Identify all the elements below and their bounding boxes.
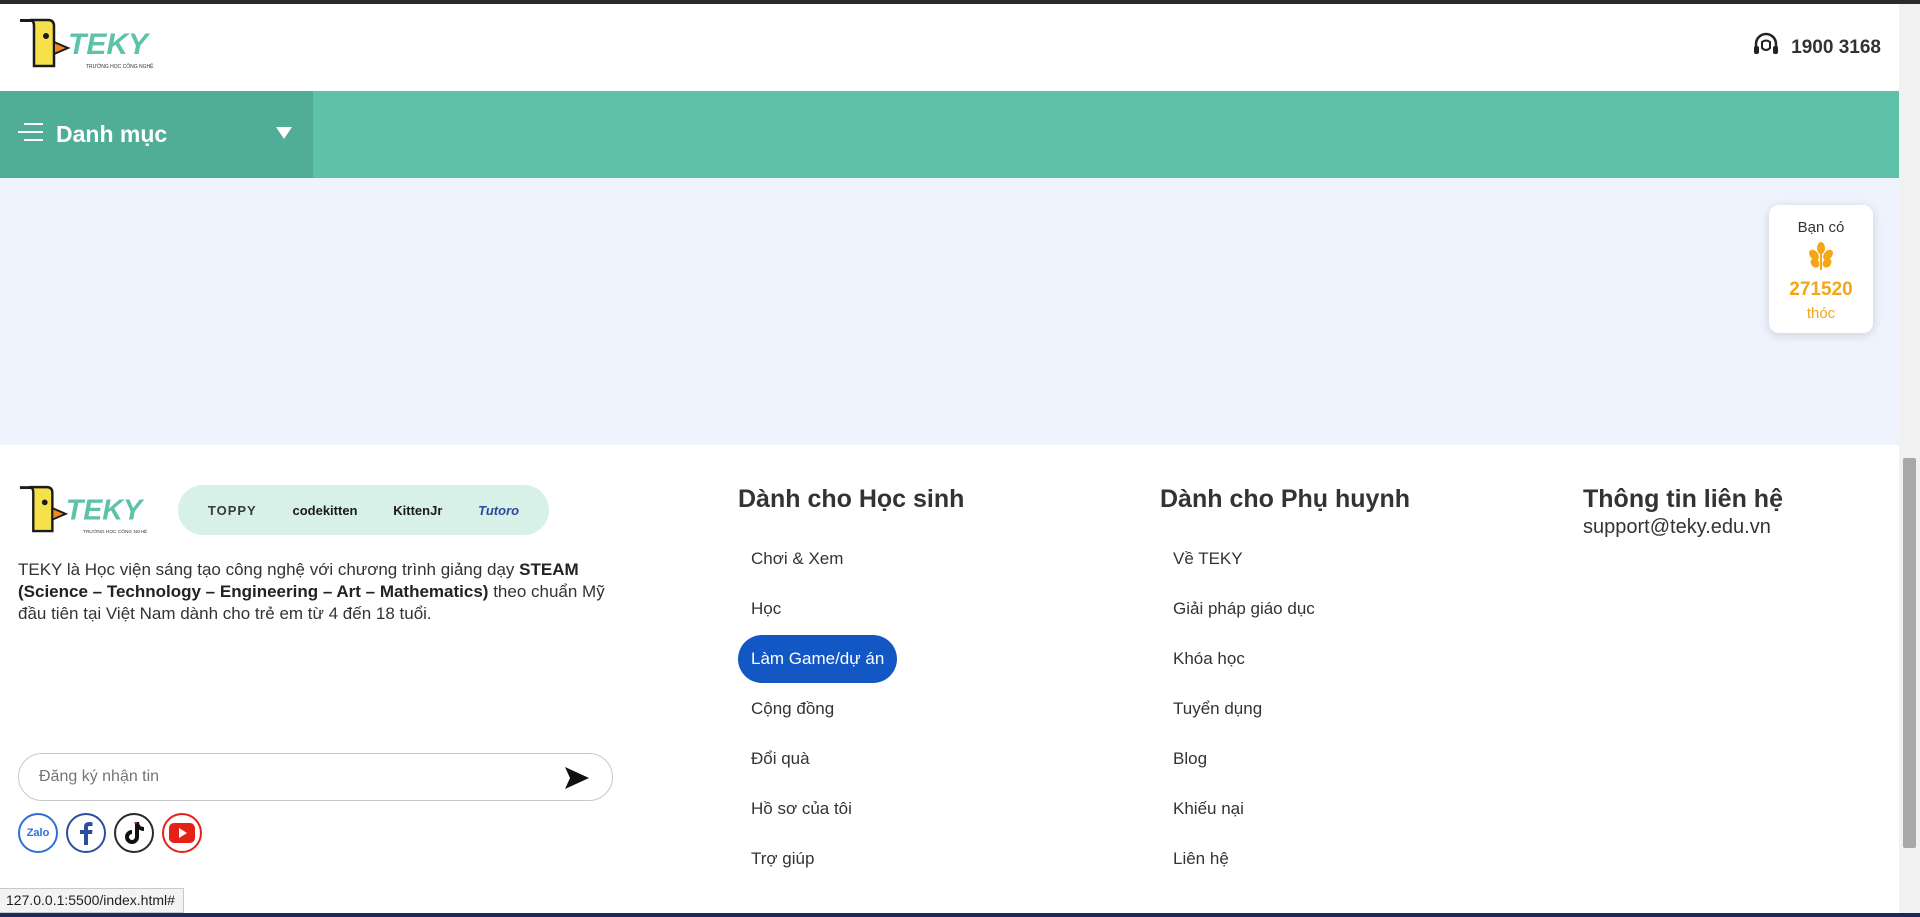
points-label: Bạn có: [1797, 219, 1845, 236]
contact-column-title: Thông tin liên hệ: [1583, 485, 1783, 513]
partner-kittenjr[interactable]: KittenJr: [393, 503, 442, 518]
headset-icon: [1751, 30, 1781, 65]
about-text: TEKY là Học viện sáng tạo công nghệ với …: [18, 560, 605, 623]
students-column: Dành cho Học sinh Chơi & Xem Học Làm Gam…: [738, 485, 964, 884]
tiktok-icon[interactable]: [114, 813, 154, 853]
subscribe-input[interactable]: [39, 768, 539, 786]
link-giai-phap[interactable]: Giải pháp giáo dục: [1160, 585, 1328, 633]
send-icon[interactable]: [564, 766, 590, 795]
link-blog[interactable]: Blog: [1160, 735, 1220, 783]
youtube-icon[interactable]: [162, 813, 202, 853]
points-unit: thóc: [1806, 305, 1836, 322]
site-header: TEKY TRƯỜNG HỌC CÔNG NGHỆ 1900 3168: [0, 4, 1899, 91]
partner-logos: TOPPY codekitten KittenJr Tutoro: [178, 485, 549, 535]
link-choi-xem[interactable]: Chơi & Xem: [738, 535, 856, 583]
link-hoc[interactable]: Học: [738, 585, 794, 633]
main-content: [0, 178, 1899, 445]
link-ho-so[interactable]: Hồ sơ của tôi: [738, 785, 865, 833]
link-ve-teky[interactable]: Về TEKY: [1160, 535, 1256, 583]
link-khoa-hoc[interactable]: Khóa học: [1160, 635, 1258, 683]
browser-bottom-strip: [0, 913, 1920, 917]
scrollbar-thumb[interactable]: [1903, 458, 1916, 848]
points-value: 271520: [1789, 279, 1853, 300]
students-links: Chơi & Xem Học Làm Game/dự án Cộng đồng …: [738, 534, 964, 884]
svg-text:TRƯỜNG HỌC CÔNG NGHỆ: TRƯỜNG HỌC CÔNG NGHỆ: [83, 527, 147, 535]
parents-links: Về TEKY Giải pháp giáo dục Khóa học Tuyể…: [1160, 534, 1410, 884]
students-column-title: Dành cho Học sinh: [738, 485, 965, 513]
link-lien-he[interactable]: Liên hệ: [1160, 835, 1242, 883]
link-doi-qua[interactable]: Đổi quà: [738, 735, 823, 783]
rice-grain-icon: [1769, 242, 1873, 275]
status-url: 127.0.0.1:5500/index.html#: [0, 888, 184, 913]
social-links: Zalo: [18, 813, 202, 853]
site-footer: TEKY TRƯỜNG HỌC CÔNG NGHỆ TOPPY codekitt…: [0, 445, 1899, 917]
phone-number: 1900 3168: [1791, 36, 1881, 58]
category-navbar: Danh mục: [0, 91, 1899, 178]
points-card[interactable]: Bạn có 271520 thóc: [1769, 205, 1873, 333]
parents-column: Dành cho Phụ huynh Về TEKY Giải pháp giá…: [1160, 485, 1410, 884]
caret-down-icon: [275, 126, 293, 145]
category-menu-label: Danh mục: [56, 121, 168, 147]
svg-text:TEKY: TEKY: [66, 495, 145, 527]
partner-tutoro[interactable]: Tutoro: [478, 503, 519, 518]
menu-lines-icon: [18, 121, 44, 148]
svg-text:TRƯỜNG HỌC CÔNG NGHỆ: TRƯỜNG HỌC CÔNG NGHỆ: [86, 62, 154, 70]
teky-logo[interactable]: TEKY TRƯỜNG HỌC CÔNG NGHỆ: [18, 16, 173, 74]
link-khieu-nai[interactable]: Khiếu nại: [1160, 785, 1257, 833]
link-cong-dong[interactable]: Cộng đồng: [738, 685, 847, 733]
link-lam-game[interactable]: Làm Game/dự án: [738, 635, 898, 683]
category-menu-button[interactable]: Danh mục: [0, 91, 313, 178]
link-tro-giup[interactable]: Trợ giúp: [738, 835, 827, 883]
footer-teky-logo[interactable]: TEKY TRƯỜNG HỌC CÔNG NGHỆ: [18, 483, 166, 539]
phone-contact[interactable]: 1900 3168: [1751, 30, 1881, 65]
contact-column: Thông tin liên hệ support@teky.edu.vn: [1583, 485, 1783, 539]
contact-email[interactable]: support@teky.edu.vn: [1583, 516, 1783, 539]
partner-codekitten[interactable]: codekitten: [292, 503, 357, 518]
zalo-icon[interactable]: Zalo: [18, 813, 58, 853]
svg-text:TEKY: TEKY: [68, 28, 151, 61]
subscribe-form: [18, 753, 613, 801]
partner-toppy[interactable]: TOPPY: [208, 503, 257, 518]
parents-column-title: Dành cho Phụ huynh: [1160, 485, 1410, 513]
facebook-icon[interactable]: [66, 813, 106, 853]
link-tuyen-dung[interactable]: Tuyển dụng: [1160, 685, 1275, 733]
